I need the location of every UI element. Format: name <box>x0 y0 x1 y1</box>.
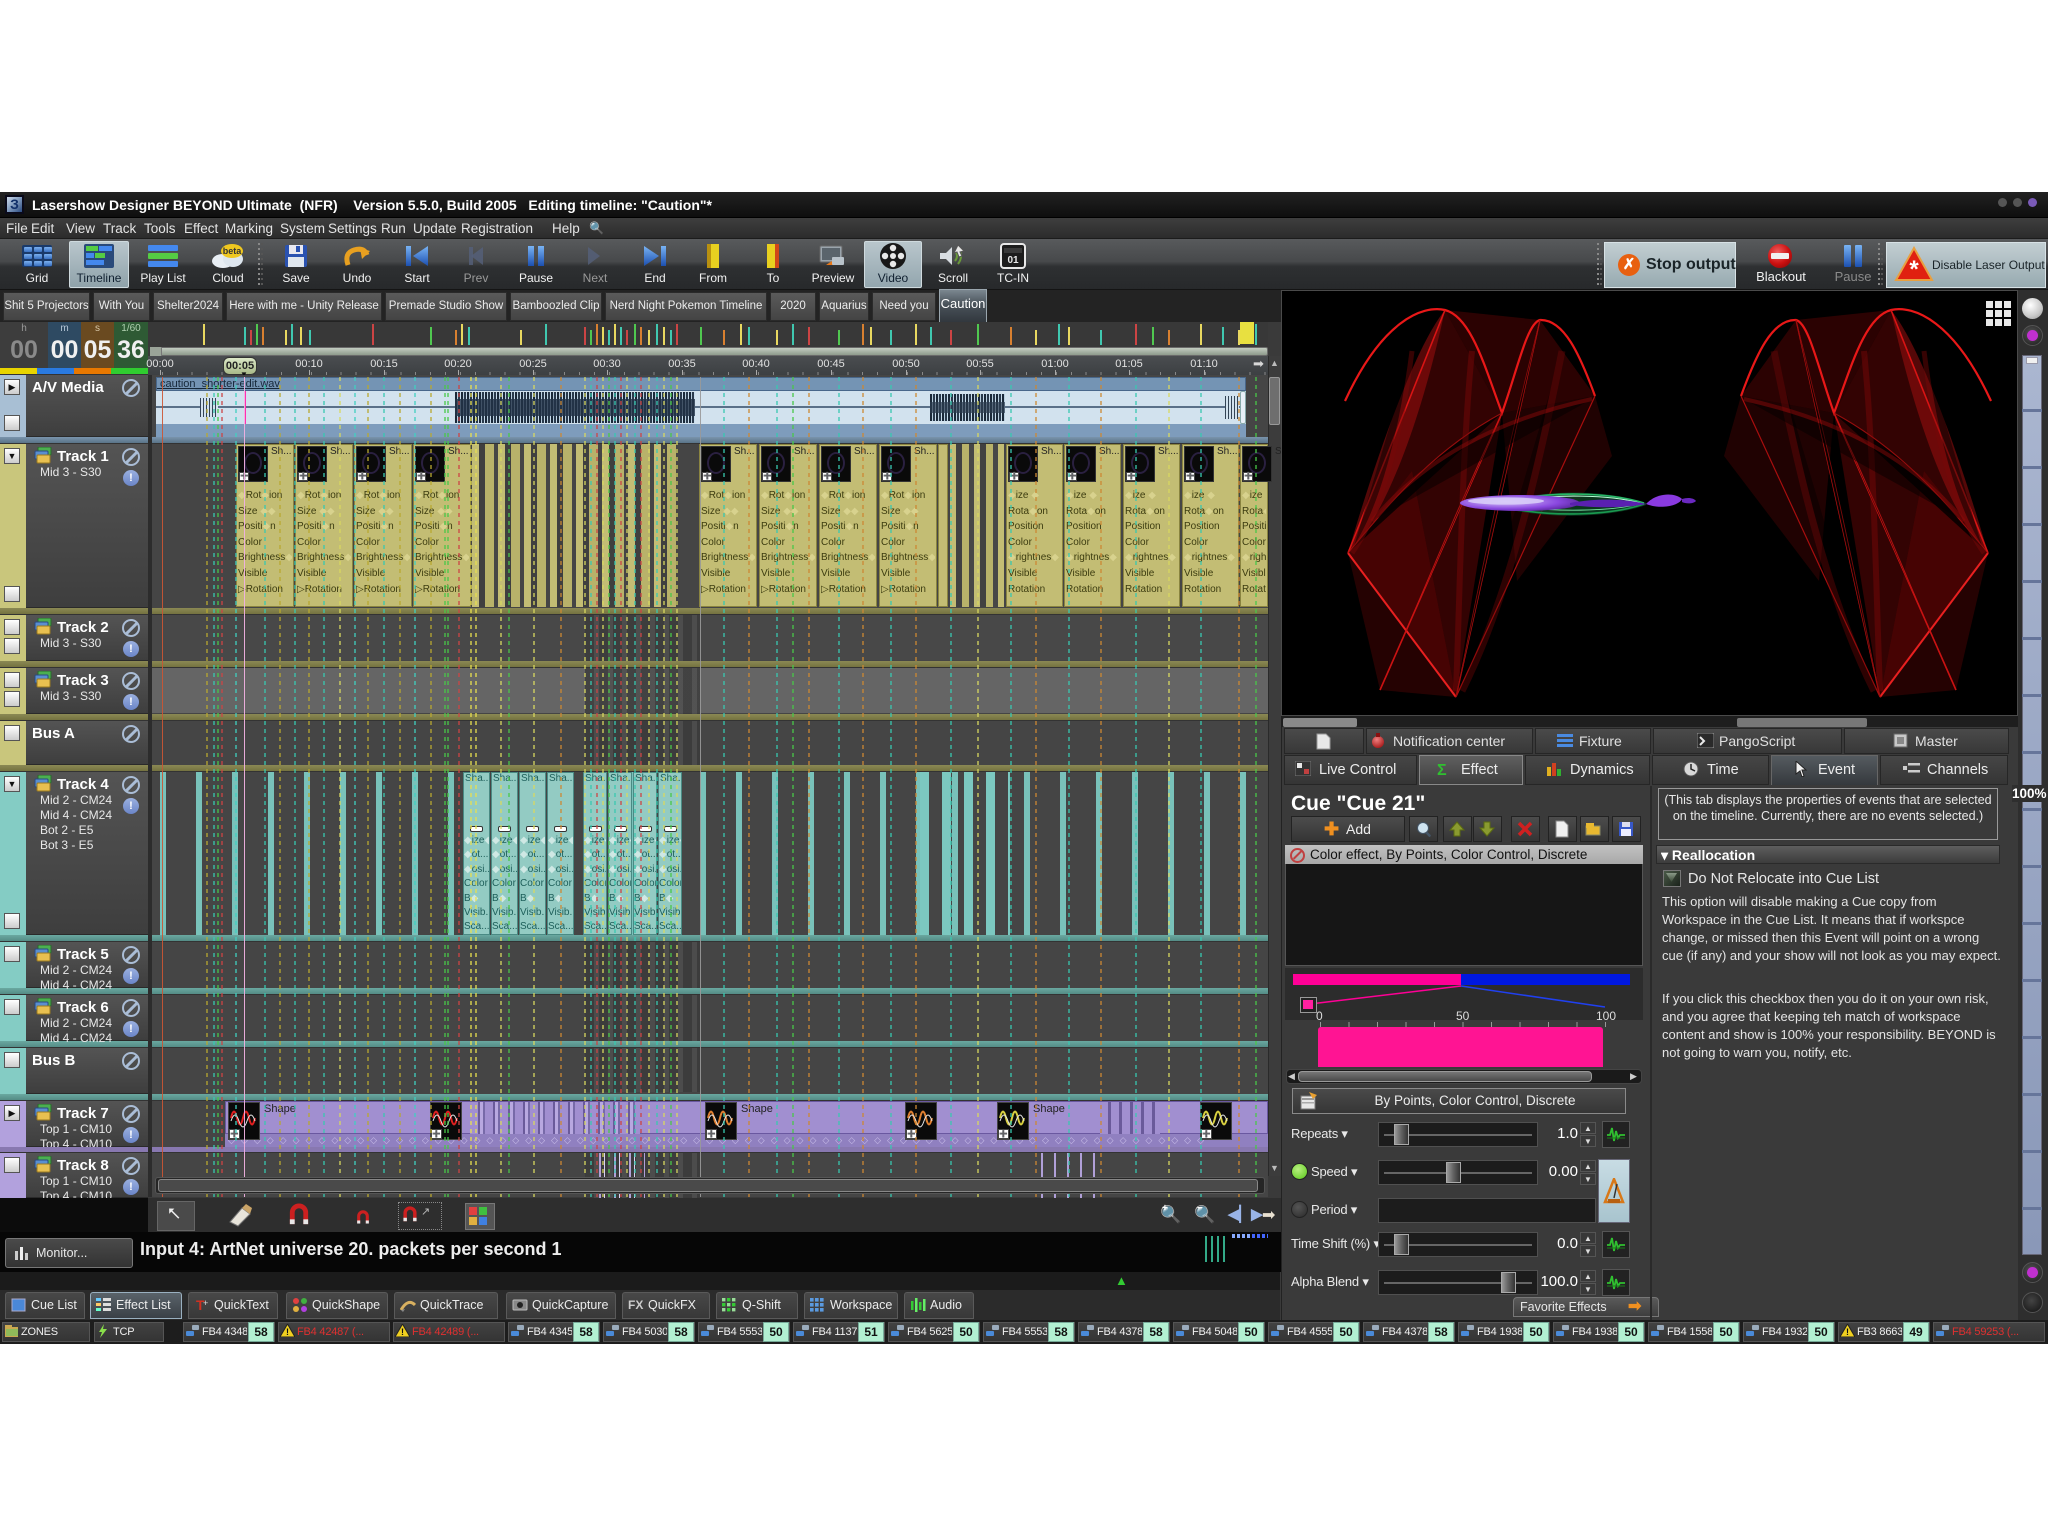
svg-text:*: * <box>1909 256 1919 283</box>
svg-text:!: ! <box>401 1327 404 1337</box>
svg-text:+: + <box>203 1298 208 1308</box>
svg-text:01: 01 <box>1007 255 1019 266</box>
svg-text:!: ! <box>286 1327 289 1337</box>
svg-text:Σ: Σ <box>1437 762 1447 777</box>
svg-text:FX: FX <box>628 1298 643 1312</box>
svg-text:!: ! <box>1846 1327 1849 1337</box>
svg-text:beta: beta <box>223 246 243 256</box>
